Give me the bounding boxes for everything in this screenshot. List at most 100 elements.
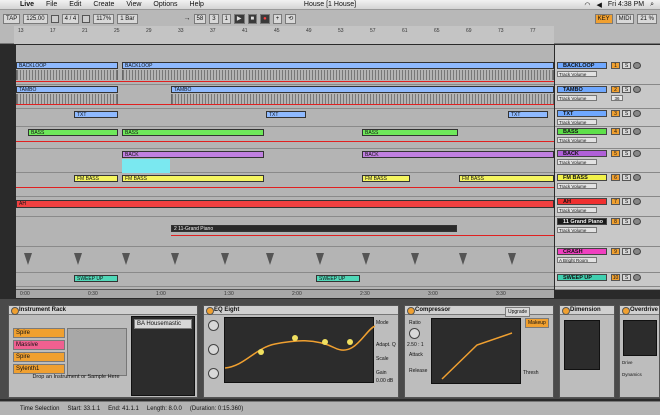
arm-button[interactable] bbox=[633, 218, 641, 225]
clip-piano[interactable]: 2 11-Grand Piano bbox=[171, 225, 457, 232]
clip-bass[interactable]: BASS bbox=[28, 129, 118, 136]
clip-txt[interactable]: TXT bbox=[74, 111, 118, 118]
clip-fmbass[interactable]: FM BASS bbox=[362, 175, 410, 182]
track-name[interactable]: TAMBO bbox=[557, 86, 607, 93]
track-activator[interactable]: 5 bbox=[611, 150, 620, 157]
crash-clip[interactable] bbox=[24, 253, 32, 265]
chain-item[interactable]: Sylenth1 bbox=[13, 364, 65, 374]
crash-clip[interactable] bbox=[316, 253, 324, 265]
comp-title[interactable]: Compressor bbox=[405, 306, 553, 315]
chain-item[interactable]: Massive bbox=[13, 340, 65, 350]
crash-clip[interactable] bbox=[411, 253, 419, 265]
eq-knob-q[interactable] bbox=[208, 368, 219, 379]
crash-clip[interactable] bbox=[459, 253, 467, 265]
automation-select[interactable]: Track Volume bbox=[557, 227, 597, 233]
arm-button[interactable] bbox=[633, 274, 641, 281]
track-name[interactable]: SWEEP UP bbox=[557, 274, 607, 281]
quantize-select[interactable]: 1 Bar bbox=[117, 13, 138, 24]
crash-clip[interactable] bbox=[266, 253, 274, 265]
track-name[interactable]: BASS bbox=[557, 128, 607, 135]
pos-sixteenth[interactable]: 1 bbox=[221, 13, 231, 24]
solo-button[interactable]: S bbox=[622, 218, 631, 225]
over-title[interactable]: Overdrive bbox=[620, 306, 659, 315]
automation-line[interactable] bbox=[16, 141, 554, 142]
automation-line[interactable] bbox=[16, 187, 554, 188]
track-name[interactable]: CRASH bbox=[557, 248, 607, 255]
meter-field[interactable]: 4 / 4 bbox=[61, 13, 80, 24]
clip-tambo[interactable]: TAMBO bbox=[16, 86, 118, 93]
makeup-button[interactable]: Makeup bbox=[525, 318, 549, 328]
track-activator[interactable]: 4 bbox=[611, 128, 620, 135]
arm-button[interactable] bbox=[633, 248, 641, 255]
clip-back[interactable]: BACK bbox=[122, 151, 264, 158]
tap-button[interactable]: TAP bbox=[3, 13, 21, 24]
ratio-knob[interactable] bbox=[409, 328, 420, 339]
track-activator[interactable]: 1 bbox=[611, 62, 620, 69]
automation-select[interactable]: A Bright Room bbox=[557, 257, 597, 263]
menu-edit[interactable]: Edit bbox=[63, 1, 87, 8]
solo-button[interactable]: S bbox=[622, 110, 631, 117]
arm-button[interactable] bbox=[633, 86, 641, 93]
track-header[interactable]: AH Track Volume 7 S bbox=[555, 197, 660, 217]
pos-bar[interactable]: 58 bbox=[193, 13, 207, 24]
eq-gain-value[interactable]: 0.00 dB bbox=[376, 378, 393, 384]
clip-ah[interactable]: AH bbox=[16, 200, 554, 208]
chain-item[interactable]: Spire bbox=[13, 352, 65, 362]
loop-button[interactable]: ⟲ bbox=[285, 13, 297, 24]
track-header[interactable]: BACK Track Volume 5 S bbox=[555, 149, 660, 173]
clip-txt[interactable]: TXT bbox=[266, 111, 306, 118]
record-button[interactable]: ● bbox=[260, 13, 270, 24]
time-selection[interactable] bbox=[122, 159, 170, 173]
chain-item[interactable]: Spire bbox=[13, 328, 65, 338]
volume-value[interactable]: 36 bbox=[611, 95, 623, 101]
tempo-field[interactable]: 125.00 bbox=[23, 13, 48, 24]
arrangement-view[interactable]: BACKLOOP BACKLOOP TAMBO TAMBO TXT TXT TX… bbox=[16, 45, 554, 289]
zoom-field[interactable]: 117% bbox=[93, 13, 115, 24]
automation-line[interactable] bbox=[171, 235, 554, 236]
arm-button[interactable] bbox=[633, 110, 641, 117]
clip-back[interactable]: BACK bbox=[362, 151, 554, 158]
eq-knob-freq[interactable] bbox=[208, 320, 219, 331]
menu-help[interactable]: Help bbox=[184, 1, 210, 8]
crash-clip[interactable] bbox=[221, 253, 229, 265]
menu-options[interactable]: Options bbox=[147, 1, 183, 8]
time-ruler[interactable]: 0:00 0:30 1:00 1:30 2:00 2:30 3:00 3:30 bbox=[16, 289, 554, 298]
track-activator[interactable]: 2 bbox=[611, 86, 620, 93]
track-name[interactable]: BACKLOOP bbox=[557, 62, 607, 69]
overdrive-device[interactable]: Overdrive Drive Dynamics bbox=[619, 305, 660, 398]
automation-select[interactable]: Track Volume bbox=[557, 137, 597, 143]
dim-title[interactable]: Dimension bbox=[560, 306, 614, 315]
clip-fmbass[interactable]: FM BASS bbox=[74, 175, 118, 182]
cue-led[interactable] bbox=[82, 14, 91, 23]
clip-sweep[interactable]: SWEEP UP bbox=[316, 275, 360, 282]
key-button[interactable]: KEY bbox=[594, 13, 613, 24]
menu-view[interactable]: View bbox=[120, 1, 147, 8]
automation-select[interactable]: Track Volume bbox=[557, 119, 597, 125]
upgrade-button[interactable]: Upgrade bbox=[505, 307, 531, 317]
track-activator[interactable]: 10 bbox=[611, 274, 620, 281]
arm-button[interactable] bbox=[633, 198, 641, 205]
automation-select[interactable]: Track Volume bbox=[557, 159, 597, 165]
track-activator[interactable]: 9 bbox=[611, 248, 620, 255]
compressor[interactable]: Compressor Upgrade Ratio 2.50 : 1 Attack… bbox=[404, 305, 554, 398]
arm-button[interactable] bbox=[633, 174, 641, 181]
instrument-rack[interactable]: Instrument Rack Spire Massive Spire Syle… bbox=[8, 305, 198, 398]
menu-create[interactable]: Create bbox=[87, 1, 120, 8]
menu-file[interactable]: File bbox=[40, 1, 63, 8]
solo-button[interactable]: S bbox=[622, 62, 631, 69]
solo-button[interactable]: S bbox=[622, 86, 631, 93]
eq-knob-gain[interactable] bbox=[208, 344, 219, 355]
track-header[interactable]: TXT Track Volume 3 S bbox=[555, 109, 660, 127]
metro-led[interactable] bbox=[50, 14, 59, 23]
track-header[interactable]: 11 Grand Piano Track Volume 8 S bbox=[555, 217, 660, 247]
clip-txt[interactable]: TXT bbox=[508, 111, 548, 118]
dimension-device[interactable]: Dimension bbox=[559, 305, 615, 398]
track-header[interactable]: SWEEP UP 10 S bbox=[555, 273, 660, 287]
track-name[interactable]: 11 Grand Piano bbox=[557, 218, 607, 225]
clip-backloop[interactable]: BACKLOOP bbox=[16, 62, 118, 69]
stop-button[interactable]: ■ bbox=[247, 13, 258, 24]
track-activator[interactable]: 6 bbox=[611, 174, 620, 181]
clip-bass[interactable]: BASS bbox=[122, 129, 264, 136]
track-activator[interactable]: 8 bbox=[611, 218, 620, 225]
crash-clip[interactable] bbox=[171, 253, 179, 265]
